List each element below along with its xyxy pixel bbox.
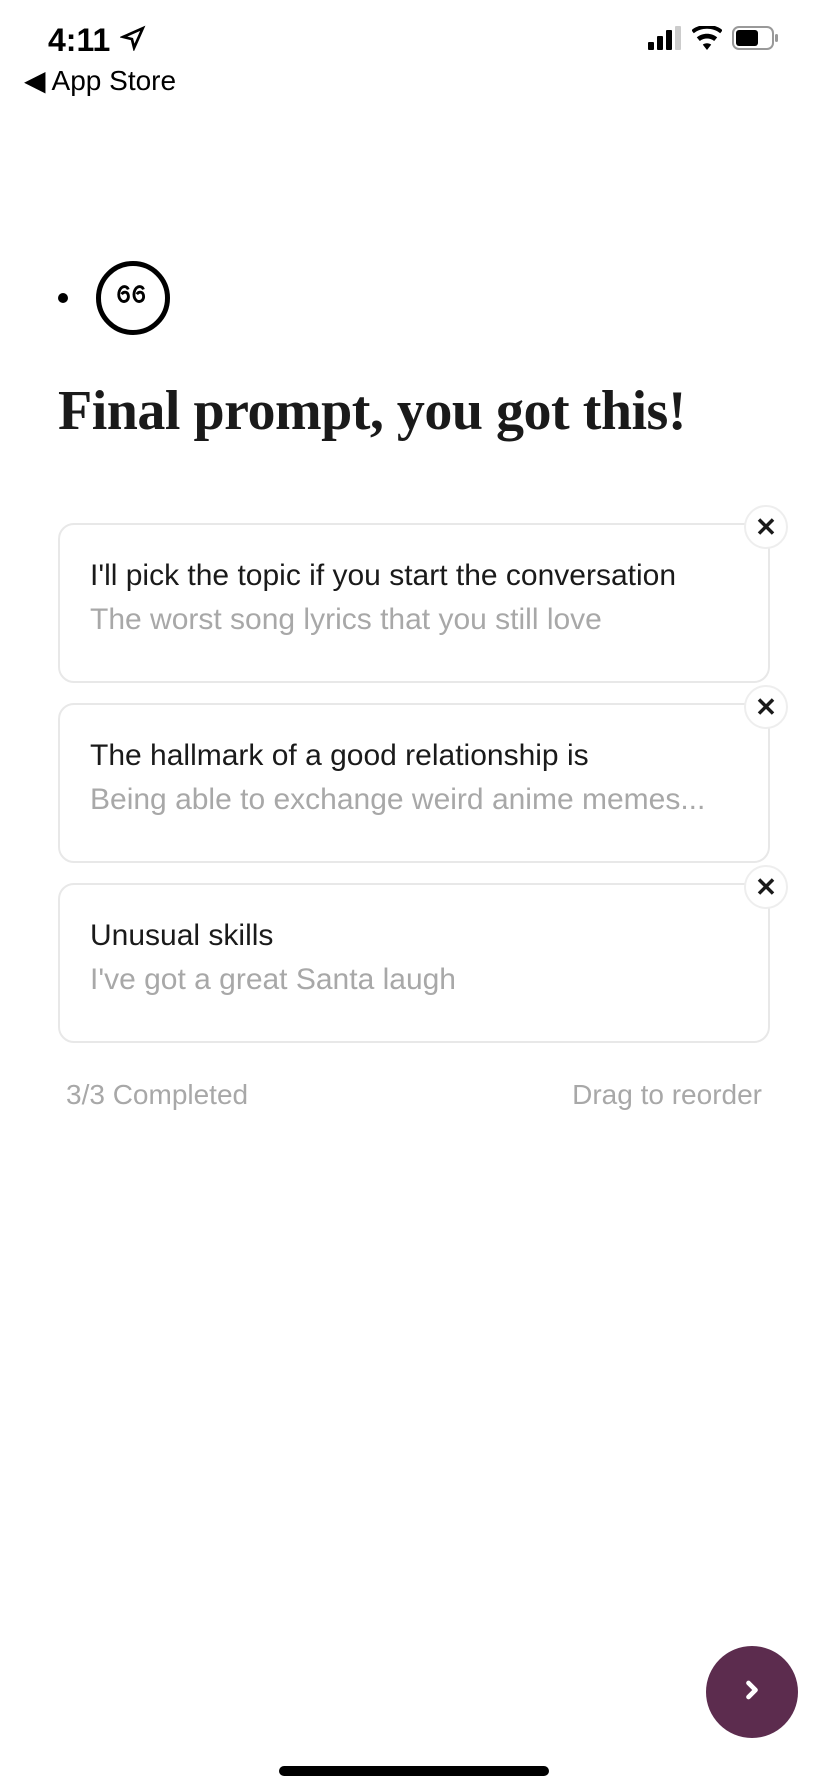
remove-prompt-button[interactable]: ✕ — [744, 505, 788, 549]
remove-prompt-button[interactable]: ✕ — [744, 685, 788, 729]
chevron-right-icon — [738, 1676, 766, 1709]
prompt-answer: I've got a great Santa laugh — [90, 963, 738, 997]
breadcrumb-label: App Store — [52, 65, 177, 97]
battery-icon — [732, 26, 780, 55]
prompt-card[interactable]: Unusual skills I've got a great Santa la… — [58, 883, 770, 1043]
prompt-card[interactable]: I'll pick the topic if you start the con… — [58, 523, 770, 683]
footer-row: 3/3 Completed Drag to reorder — [58, 1063, 770, 1127]
close-icon: ✕ — [755, 512, 777, 543]
back-icon: ◀ — [24, 64, 46, 97]
next-button[interactable] — [706, 1646, 798, 1738]
close-icon: ✕ — [755, 872, 777, 903]
wifi-icon — [692, 26, 722, 55]
status-right — [648, 26, 780, 55]
breadcrumb-back[interactable]: ◀ App Store — [0, 60, 828, 101]
location-icon — [120, 22, 146, 59]
prompt-title: I'll pick the topic if you start the con… — [90, 559, 738, 593]
prompt-card[interactable]: The hallmark of a good relationship is B… — [58, 703, 770, 863]
prompt-answer: The worst song lyrics that you still lov… — [90, 603, 738, 637]
status-bar: 4:11 — [0, 0, 828, 60]
main-content: Final prompt, you got this! I'll pick th… — [0, 261, 828, 1127]
header-row — [58, 261, 770, 335]
status-left: 4:11 — [48, 22, 146, 59]
prompt-title: The hallmark of a good relationship is — [90, 739, 738, 773]
home-indicator[interactable] — [279, 1766, 549, 1776]
prompt-title: Unusual skills — [90, 919, 738, 953]
cellular-icon — [648, 26, 682, 55]
status-time: 4:11 — [48, 22, 110, 59]
reorder-hint: Drag to reorder — [572, 1079, 762, 1111]
prompt-answer: Being able to exchange weird anime memes… — [90, 783, 738, 817]
close-icon: ✕ — [755, 692, 777, 723]
quote-icon — [96, 261, 170, 335]
completed-count: 3/3 Completed — [66, 1079, 248, 1111]
page-title: Final prompt, you got this! — [58, 379, 770, 443]
progress-dot — [58, 293, 68, 303]
remove-prompt-button[interactable]: ✕ — [744, 865, 788, 909]
